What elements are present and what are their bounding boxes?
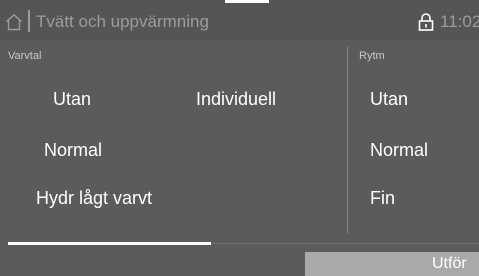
clock-time: 11:02	[440, 12, 479, 31]
varvtal-option-individuell[interactable]: Individuell	[196, 89, 276, 110]
scroll-position-indicator	[8, 242, 211, 245]
varvtal-label: Varvtal	[8, 50, 42, 62]
page-title: Tvätt och uppvärmning	[36, 12, 209, 31]
varvtal-option-hydr-lagt-varvt[interactable]: Hydr lågt varvt	[36, 188, 152, 209]
rytm-label: Rytm	[359, 50, 385, 62]
title-separator	[28, 10, 30, 32]
status-bar: Tvätt och uppvärmning 11:02	[0, 0, 479, 40]
rytm-option-normal[interactable]: Normal	[370, 140, 428, 161]
execute-button[interactable]: Utför	[305, 252, 479, 276]
execute-button-label: Utför	[432, 255, 467, 272]
varvtal-option-utan[interactable]: Utan	[53, 89, 91, 110]
lock-icon[interactable]	[416, 12, 436, 32]
rytm-option-fin[interactable]: Fin	[370, 188, 395, 209]
column-divider	[347, 47, 348, 233]
rytm-option-utan[interactable]: Utan	[370, 89, 408, 110]
home-icon[interactable]	[5, 13, 23, 31]
varvtal-option-normal[interactable]: Normal	[44, 140, 102, 161]
page-indicator	[225, 0, 269, 3]
